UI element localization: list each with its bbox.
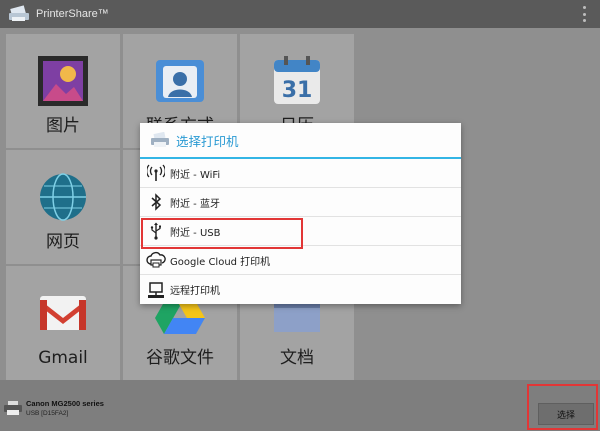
printer-icon xyxy=(150,131,170,148)
option-usb[interactable]: 附近 - USB xyxy=(140,217,461,246)
option-label: 附近 - 蓝牙 xyxy=(170,198,220,210)
option-label: Google Cloud 打印机 xyxy=(170,256,271,268)
contacts-card-icon xyxy=(153,54,207,112)
printer-connection: USB [D15FA2] xyxy=(26,410,69,417)
action-bar: PrinterShare™ xyxy=(0,0,600,28)
app-title: PrinterShare™ xyxy=(36,8,109,20)
calendar-day: 31 xyxy=(282,78,313,103)
overflow-menu-icon[interactable] xyxy=(582,6,586,22)
gmail-icon xyxy=(36,286,90,344)
tile-label: 谷歌文件 xyxy=(146,348,214,368)
status-bar: Canon MG2500 series USB [D15FA2] 选择 xyxy=(0,380,600,431)
dialog-header: 选择打印机 xyxy=(140,123,461,159)
option-remote[interactable]: 远程打印机 xyxy=(140,275,461,304)
photo-frame-icon xyxy=(36,54,90,112)
remote-computer-icon xyxy=(146,280,166,300)
tile-label: 文档 xyxy=(280,348,314,368)
tile-web[interactable]: 网页 xyxy=(6,150,120,264)
option-label: 附近 - WiFi xyxy=(170,169,221,181)
option-label: 附近 - USB xyxy=(170,227,221,239)
globe-icon xyxy=(36,170,90,228)
usb-icon xyxy=(146,221,166,241)
wifi-antenna-icon xyxy=(146,163,166,183)
option-bluetooth[interactable]: 附近 - 蓝牙 xyxy=(140,188,461,217)
dialog-title: 选择打印机 xyxy=(176,133,239,149)
tile-label: Gmail xyxy=(38,348,88,368)
tile-gmail[interactable]: Gmail xyxy=(6,266,120,380)
option-google-cloud[interactable]: Google Cloud 打印机 xyxy=(140,246,461,275)
printer-name: Canon MG2500 series xyxy=(26,399,104,408)
option-wifi[interactable]: 附近 - WiFi xyxy=(140,159,461,188)
tile-label: 图片 xyxy=(46,116,80,136)
calendar-icon: 31 xyxy=(270,54,324,112)
bluetooth-icon xyxy=(146,192,166,212)
select-printer-dialog: 选择打印机 附近 - WiFi 附近 - 蓝牙 附近 - USB Google … xyxy=(140,123,461,304)
printer-icon xyxy=(4,400,22,415)
printershare-logo-icon xyxy=(8,5,30,23)
tile-label: 网页 xyxy=(46,232,80,252)
option-label: 远程打印机 xyxy=(170,286,220,297)
select-printer-button[interactable]: 选择 xyxy=(538,403,594,425)
tile-photos[interactable]: 图片 xyxy=(6,34,120,148)
cloud-printer-icon xyxy=(146,250,166,270)
